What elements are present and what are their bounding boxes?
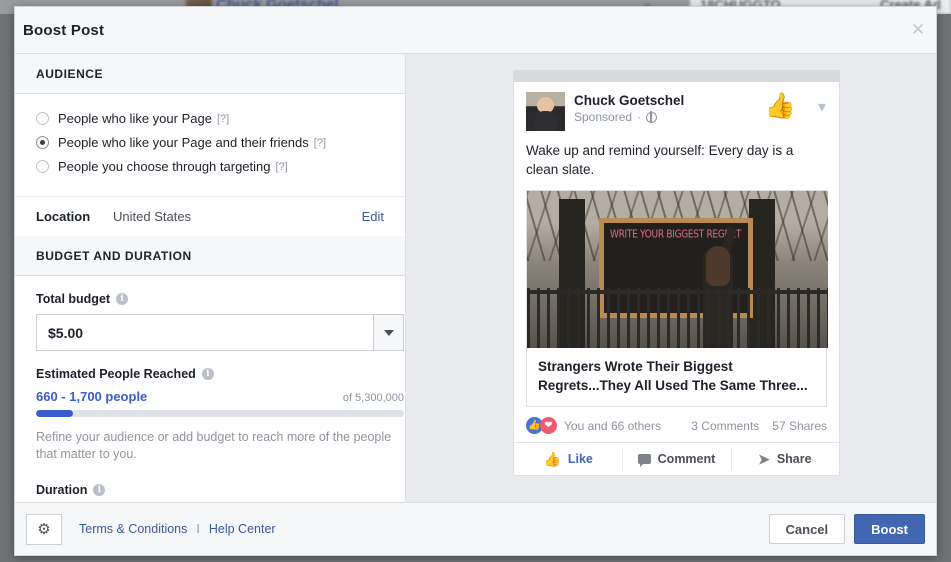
- post-card: Chuck Goetschel Sponsored · 👍 ▾ Wake up …: [513, 82, 840, 476]
- chevron-down-icon[interactable]: ▾: [818, 97, 826, 117]
- image-person-hair: [706, 246, 730, 286]
- estimated-reach-label: Estimated People Reached i: [36, 367, 384, 381]
- gear-icon[interactable]: ⚙: [26, 513, 62, 545]
- boost-post-dialog: Boost Post ✕ AUDIENCE People who like yo…: [14, 6, 937, 556]
- location-value: United States: [113, 209, 192, 224]
- total-budget-select[interactable]: $5.00: [36, 314, 404, 351]
- reach-progress-fill: [36, 410, 73, 417]
- comment-button[interactable]: Comment: [622, 443, 730, 476]
- preview-container: Chuck Goetschel Sponsored · 👍 ▾ Wake up …: [513, 70, 840, 476]
- help-hint-icon[interactable]: [?]: [276, 161, 288, 173]
- estimated-reach-value: 660 - 1,700 people: [36, 389, 148, 404]
- estimated-reach-total: of 5,300,000: [342, 392, 404, 404]
- location-row: Location United States Edit: [15, 196, 405, 236]
- avatar: [526, 92, 565, 131]
- share-button[interactable]: ➤ Share: [730, 443, 839, 476]
- boost-button[interactable]: Boost: [854, 514, 925, 544]
- radio-indicator[interactable]: [36, 112, 49, 125]
- post-message: Wake up and remind yourself: Every day i…: [526, 143, 794, 177]
- dialog-body: AUDIENCE People who like your Page [?] P…: [15, 54, 936, 502]
- radio-label: People you choose through targeting: [58, 159, 271, 174]
- help-center-link[interactable]: Help Center: [209, 522, 276, 536]
- reach-progress-bar: [36, 410, 404, 417]
- preview-card-topbar: [513, 70, 840, 82]
- info-icon[interactable]: i: [93, 484, 106, 496]
- radio-option-fans-and-friends[interactable]: People who like your Page and their frie…: [36, 132, 405, 153]
- location-label: Location: [36, 209, 91, 224]
- radio-label: People who like your Page: [58, 111, 212, 126]
- image-fence: [527, 288, 828, 348]
- post-identity: Chuck Goetschel Sponsored ·: [574, 92, 684, 131]
- post-author-name[interactable]: Chuck Goetschel: [574, 93, 684, 108]
- budget-section-header: BUDGET AND DURATION: [15, 236, 405, 276]
- audience-radio-group: People who like your Page [?] People who…: [15, 94, 405, 186]
- sponsored-label: Sponsored: [574, 110, 633, 124]
- audience-section-header: AUDIENCE: [15, 54, 405, 94]
- comment-button-label: Comment: [657, 452, 716, 466]
- boost-form-panel: AUDIENCE People who like your Page [?] P…: [15, 54, 406, 502]
- duration-label: Duration i: [36, 483, 384, 497]
- duration-label-text: Duration: [36, 483, 88, 497]
- like-button-label: Like: [567, 452, 593, 466]
- link-preview-image: WRITE YOUR BIGGEST REGRET: [527, 191, 828, 348]
- duration-block: Duration i: [15, 463, 405, 497]
- total-budget-field-block: Total budget i $5.00: [15, 276, 405, 351]
- globe-icon: [646, 111, 658, 123]
- radio-indicator[interactable]: [36, 160, 49, 173]
- page-title: Boost Post: [23, 21, 105, 39]
- share-icon: ➤: [758, 450, 770, 467]
- dialog-header: Boost Post ✕: [15, 7, 936, 54]
- cancel-button[interactable]: Cancel: [768, 514, 846, 544]
- share-count[interactable]: 57 Shares: [772, 419, 827, 433]
- link-headline: Strangers Wrote Their Biggest Regrets...…: [538, 359, 808, 393]
- like-button[interactable]: 👍 Like: [514, 443, 622, 476]
- post-meta: Sponsored ·: [574, 110, 684, 124]
- terms-link[interactable]: Terms & Conditions: [79, 522, 187, 536]
- radio-option-targeting[interactable]: People you choose through targeting [?]: [36, 156, 405, 177]
- post-header: Chuck Goetschel Sponsored · 👍 ▾: [514, 82, 839, 131]
- budget-dropdown-button[interactable]: [373, 315, 403, 350]
- help-hint-icon[interactable]: [?]: [217, 113, 229, 125]
- thumbs-up-icon: 👍: [543, 450, 561, 467]
- close-icon[interactable]: ✕: [909, 21, 927, 39]
- estimated-reach-block: Estimated People Reached i 660 - 1,700 p…: [15, 351, 405, 463]
- share-button-label: Share: [776, 452, 812, 466]
- location-edit-link[interactable]: Edit: [362, 209, 384, 224]
- post-preview-panel: Chuck Goetschel Sponsored · 👍 ▾ Wake up …: [406, 54, 936, 502]
- budget-section-title: BUDGET AND DURATION: [36, 248, 192, 263]
- estimated-reach-values: 660 - 1,700 people of 5,300,000: [36, 389, 404, 404]
- info-icon[interactable]: i: [116, 293, 129, 305]
- reaction-summary[interactable]: You and 66 others: [564, 419, 661, 433]
- meta-separator: ·: [637, 110, 642, 124]
- engagement-counts: 3 Comments 57 Shares: [691, 419, 827, 433]
- engagement-row: 👍 ❤ You and 66 others 3 Comments 57 Shar…: [514, 417, 839, 442]
- dialog-footer: ⚙ Terms & Conditions I Help Center Cance…: [15, 502, 936, 555]
- post-action-bar: 👍 Like Comment ➤ Share: [514, 442, 839, 475]
- link-attachment[interactable]: WRITE YOUR BIGGEST REGRET Strangers Wrot…: [526, 190, 828, 407]
- chevron-down-icon: [383, 329, 394, 336]
- total-budget-label: Total budget i: [36, 292, 384, 306]
- footer-separator: I: [196, 522, 200, 536]
- help-hint-icon[interactable]: [?]: [314, 137, 326, 149]
- footer-buttons: Cancel Boost: [768, 514, 925, 544]
- thumbs-up-icon: 👍: [764, 92, 796, 120]
- radio-label: People who like your Page and their frie…: [58, 135, 309, 150]
- reach-helper-text: Refine your audience or add budget to re…: [36, 430, 392, 461]
- total-budget-value: $5.00: [48, 324, 84, 341]
- comment-count[interactable]: 3 Comments: [691, 419, 759, 433]
- comment-icon: [637, 454, 651, 467]
- radio-option-page-fans[interactable]: People who like your Page [?]: [36, 108, 405, 129]
- footer-links: Terms & Conditions I Help Center: [79, 522, 276, 536]
- total-budget-label-text: Total budget: [36, 292, 111, 306]
- image-chalk-text: WRITE YOUR BIGGEST REGRET: [610, 229, 742, 241]
- radio-indicator-selected[interactable]: [36, 136, 49, 149]
- info-icon[interactable]: i: [201, 368, 214, 380]
- reaction-love-icon: ❤: [540, 417, 557, 434]
- audience-section-title: AUDIENCE: [36, 66, 104, 81]
- estimated-reach-label-text: Estimated People Reached: [36, 367, 196, 381]
